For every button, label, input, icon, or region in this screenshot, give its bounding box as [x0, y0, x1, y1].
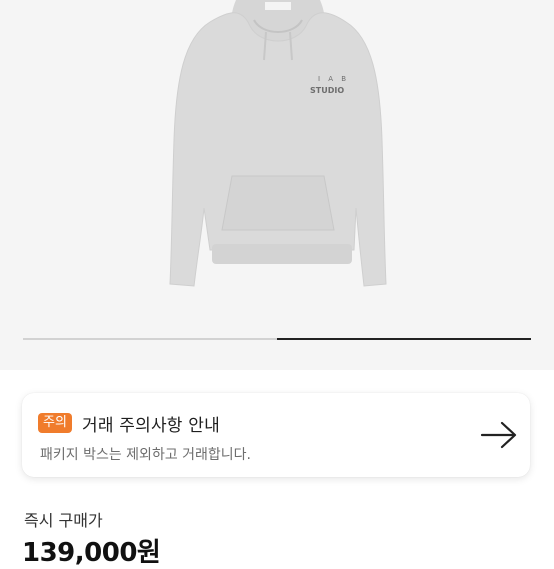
notice-subtitle: 패키지 박스는 제외하고 거래합니다. [40, 447, 251, 463]
image-carousel-progress [23, 338, 531, 340]
caution-badge: 주의 [38, 413, 72, 433]
progress-fill [277, 338, 531, 340]
product-image-area[interactable]: I A B STUDIO [0, 0, 554, 370]
hoodie-image: I A B STUDIO [169, 0, 387, 287]
arrow-right-icon[interactable] [480, 421, 518, 449]
price-value: 139,000원 [22, 538, 161, 568]
trade-notice-card[interactable]: 주의 거래 주의사항 안내 패키지 박스는 제외하고 거래합니다. [22, 393, 530, 477]
print-top-text: I A B [318, 75, 349, 83]
instant-buy-label: 즉시 구매가 [24, 511, 103, 530]
print-bottom-text: STUDIO [310, 86, 344, 95]
notice-title: 거래 주의사항 안내 [82, 416, 220, 436]
